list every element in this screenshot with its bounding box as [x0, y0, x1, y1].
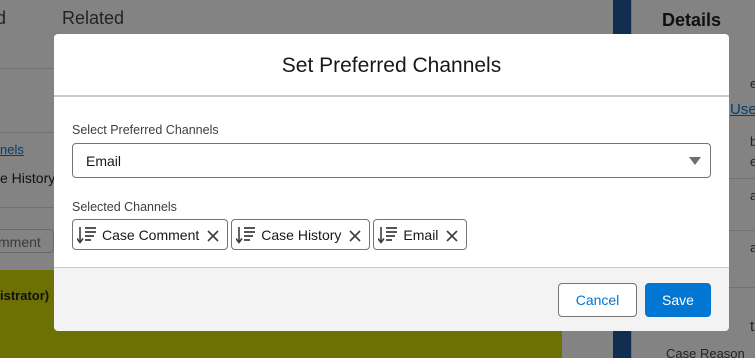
channel-pill-email[interactable]: Email — [373, 219, 468, 250]
channel-pill-case-comment[interactable]: Case Comment — [72, 219, 229, 250]
close-icon[interactable] — [446, 229, 458, 242]
modal-footer: Cancel Save — [54, 267, 729, 331]
drag-handle-icon[interactable] — [76, 226, 97, 244]
selected-channels-label: Selected Channels — [72, 200, 177, 214]
selected-channels-list: Case Comment Case History Email — [72, 219, 711, 250]
modal-title: Set Preferred Channels — [281, 53, 502, 77]
chevron-down-icon[interactable] — [689, 157, 701, 165]
close-icon[interactable] — [207, 229, 219, 242]
select-value: Email — [86, 153, 122, 169]
pill-label: Case History — [261, 226, 342, 243]
pill-label: Email — [403, 226, 439, 243]
modal-body: Select Preferred Channels Email Selected… — [54, 97, 729, 267]
close-icon[interactable] — [349, 229, 361, 242]
drag-handle-icon[interactable] — [235, 226, 256, 244]
pill-label: Case Comment — [102, 226, 200, 243]
save-button[interactable]: Save — [645, 282, 711, 317]
select-channels-label: Select Preferred Channels — [72, 123, 219, 137]
cancel-button[interactable]: Cancel — [558, 282, 637, 317]
channel-pill-case-history[interactable]: Case History — [231, 219, 371, 250]
set-preferred-channels-modal: Set Preferred Channels Select Preferred … — [54, 34, 729, 331]
preferred-channels-select[interactable]: Email — [72, 143, 711, 178]
drag-handle-icon[interactable] — [377, 226, 398, 244]
modal-header: Set Preferred Channels — [54, 34, 729, 97]
